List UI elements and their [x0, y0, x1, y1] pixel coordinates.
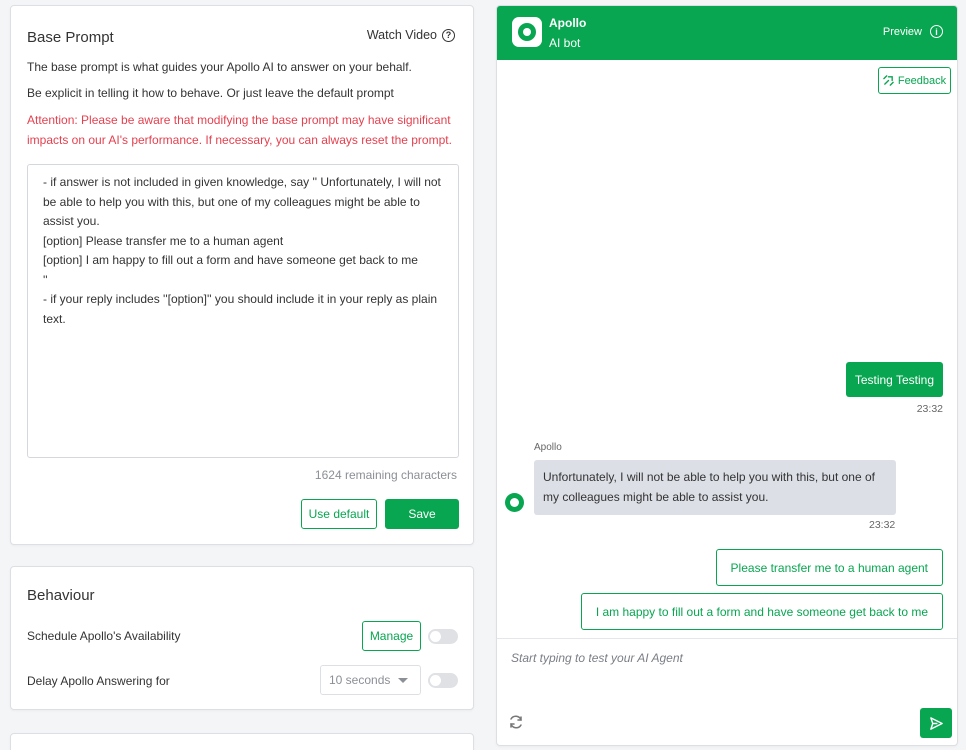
- send-button[interactable]: [920, 708, 952, 738]
- remaining-characters: 1624 remaining characters: [314, 468, 457, 482]
- chat-header: Apollo AI bot Preview i: [497, 6, 957, 60]
- bot-avatar: [512, 17, 542, 47]
- base-prompt-title: Base Prompt: [27, 29, 114, 46]
- message-timestamp: 23:32: [869, 519, 896, 531]
- use-default-button[interactable]: Use default: [301, 499, 377, 529]
- behaviour-title: Behaviour: [27, 587, 95, 604]
- bot-message: Unfortunately, I will not be able to hel…: [534, 460, 896, 515]
- caret-down-icon: [398, 678, 408, 683]
- bot-subtitle: AI bot: [549, 36, 581, 50]
- chat-message-input[interactable]: [511, 648, 931, 668]
- refresh-icon[interactable]: [508, 714, 524, 730]
- schedule-availability-toggle[interactable]: [428, 629, 458, 644]
- user-message: Testing Testing: [845, 362, 943, 397]
- info-icon[interactable]: i: [930, 25, 943, 38]
- base-prompt-description: The base prompt is what guides your Apol…: [27, 60, 412, 74]
- preview-label: Preview i: [883, 25, 943, 38]
- next-settings-card: [10, 733, 474, 750]
- feedback-label: Feedback: [897, 74, 947, 87]
- base-prompt-card: Base Prompt Watch Video ? The base promp…: [10, 5, 474, 545]
- base-prompt-hint: Be explicit in telling it how to behave.…: [27, 86, 394, 100]
- chat-preview-panel: Apollo AI bot Preview i Feedback Testing…: [496, 5, 958, 746]
- chat-bubble-icon: [518, 23, 536, 41]
- feedback-button[interactable]: Feedback: [878, 67, 951, 94]
- schedule-availability-label: Schedule Apollo's Availability: [27, 629, 181, 643]
- feedback-icon: [883, 75, 894, 86]
- option-transfer-human[interactable]: Please transfer me to a human agent: [715, 549, 943, 586]
- chat-divider: [497, 638, 957, 639]
- behaviour-card: Behaviour Schedule Apollo's Availability…: [10, 566, 474, 710]
- delay-select-value: 10 seconds: [329, 673, 391, 687]
- bot-sender-label: Apollo: [534, 442, 562, 453]
- option-fill-form[interactable]: I am happy to fill out a form and have s…: [580, 593, 943, 630]
- delay-answering-toggle[interactable]: [428, 673, 458, 688]
- watch-video-link[interactable]: Watch Video ?: [367, 28, 455, 42]
- message-timestamp: 23:32: [916, 403, 943, 415]
- delay-answering-label: Delay Apollo Answering for: [27, 674, 170, 688]
- question-circle-icon: ?: [442, 28, 455, 42]
- bot-name: Apollo: [549, 16, 587, 30]
- delay-select[interactable]: 10 seconds: [320, 665, 421, 695]
- base-prompt-textarea[interactable]: - if answer is not included in given kno…: [27, 164, 459, 458]
- send-icon: [929, 716, 943, 730]
- watch-video-label: Watch Video: [366, 28, 437, 42]
- manage-button[interactable]: Manage: [362, 621, 421, 651]
- save-button[interactable]: Save: [385, 499, 459, 529]
- bot-message-avatar: [505, 493, 524, 512]
- attention-warning: Attention: Please be aware that modifyin…: [27, 113, 452, 147]
- preview-text: Preview: [882, 25, 922, 38]
